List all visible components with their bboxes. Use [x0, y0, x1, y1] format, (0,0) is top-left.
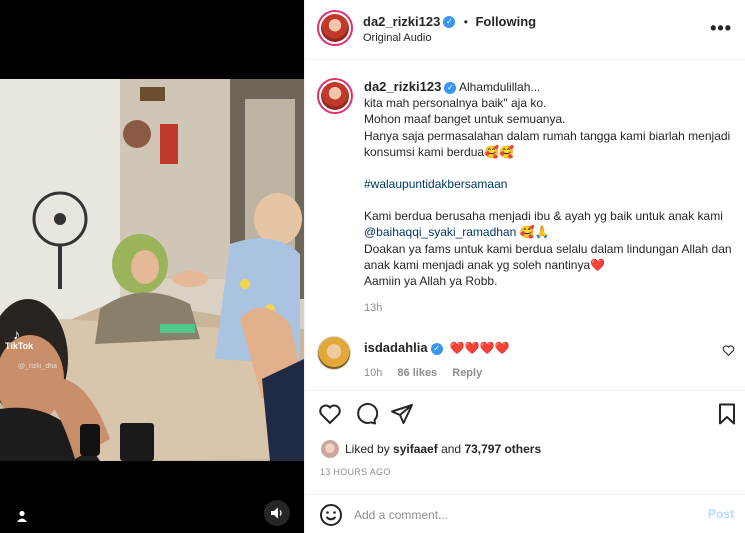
- user-tag-icon: [17, 510, 27, 522]
- likes-count-link[interactable]: 73,797 others: [464, 442, 541, 456]
- user-tag-button[interactable]: [9, 503, 35, 529]
- likes-summary: Liked by syifaaef and 73,797 others: [345, 442, 541, 456]
- caption-line-6: Doakan ya fams untuk kami berdua selalu …: [364, 241, 732, 272]
- comment-meta: 10h 86 likes Reply: [364, 367, 494, 379]
- heart-icon[interactable]: [318, 402, 342, 426]
- tiktok-watermark: ♪ TikTok: [5, 327, 33, 351]
- post-comment-button[interactable]: Post: [708, 507, 734, 521]
- verified-badge-icon: ✓: [443, 15, 456, 28]
- caption-line-3: Mohon maaf banget untuk semuanya.: [364, 112, 566, 127]
- share-icon[interactable]: [390, 402, 414, 426]
- instagram-post-modal: ♪ TikTok @_rizki_dha da2_rizki123 ✓ • Fol…: [0, 0, 745, 533]
- commenter-verified-badge-icon: ✓: [430, 342, 443, 355]
- add-comment-bar: Post: [305, 494, 745, 533]
- liker-avatar[interactable]: [321, 440, 339, 458]
- post-timestamp[interactable]: 13 HOURS AGO: [320, 467, 391, 477]
- caption-timestamp[interactable]: 13h: [364, 302, 382, 314]
- comment-time[interactable]: 10h: [364, 367, 382, 379]
- commenter-username[interactable]: isdadahlia: [364, 340, 428, 355]
- mention-emoji: 🥰🙏: [516, 225, 550, 240]
- caption-line-7: Aamiin ya Allah ya Robb.: [364, 274, 498, 289]
- author-avatar-image: [321, 14, 349, 42]
- likes-prefix: Liked by: [345, 442, 394, 456]
- video-player[interactable]: ♪ TikTok @_rizki_dha: [0, 79, 304, 461]
- comment-text: ❤️❤️❤️❤️: [449, 341, 510, 355]
- post-header: da2_rizki123 ✓ • Following Original Audio…: [305, 0, 745, 60]
- comment-body: isdadahlia ✓ ❤️❤️❤️❤️: [364, 340, 510, 355]
- author-line: da2_rizki123 ✓ • Following: [363, 13, 536, 31]
- separator-dot: •: [463, 15, 468, 29]
- emoji-icon[interactable]: [319, 503, 343, 527]
- comment-reply-button[interactable]: Reply: [452, 367, 482, 379]
- caption-username[interactable]: da2_rizki123: [364, 79, 441, 94]
- post-details-panel: da2_rizki123 ✓ • Following Original Audio…: [304, 0, 745, 533]
- post-caption: da2_rizki123 ✓ Alhamdulillah... kita mah …: [364, 79, 734, 289]
- caption-line-1: Alhamdulillah...: [459, 80, 541, 94]
- author-username[interactable]: da2_rizki123: [363, 14, 440, 29]
- caption-line-5: Kami berdua berusaha menjadi ibu & ayah …: [364, 209, 723, 224]
- speaker-icon: [271, 507, 282, 519]
- author-avatar[interactable]: [317, 10, 353, 46]
- caption-verified-badge-icon: ✓: [444, 81, 457, 94]
- comment-like-heart-icon[interactable]: [722, 344, 735, 357]
- tiktok-watermark-username: @_rizki_dha: [18, 363, 58, 370]
- following-button[interactable]: Following: [475, 14, 536, 29]
- tiktok-logo-icon: ♪: [13, 326, 20, 342]
- comment-icon[interactable]: [354, 402, 378, 426]
- hashtag-link[interactable]: #walaupuntidakbersamaan: [364, 177, 507, 191]
- video-frame: [0, 79, 304, 461]
- mention-link[interactable]: @baihaqqi_syaki_ramadhan: [364, 225, 516, 239]
- comment-input[interactable]: [354, 505, 684, 525]
- liker-username[interactable]: syifaaef: [393, 442, 438, 456]
- caption-line-2: kita mah personalnya baik" aja ko.: [364, 96, 547, 111]
- bookmark-icon[interactable]: [715, 402, 739, 426]
- more-options-icon[interactable]: •••: [710, 18, 732, 39]
- media-panel: ♪ TikTok @_rizki_dha: [0, 0, 304, 533]
- caption-line-4: Hanya saja permasalahan dalam rumah tang…: [364, 128, 731, 159]
- audio-label[interactable]: Original Audio: [363, 32, 432, 44]
- mute-toggle-button[interactable]: [264, 500, 290, 526]
- comment-likes[interactable]: 86 likes: [397, 367, 437, 379]
- commenter-avatar[interactable]: [317, 336, 351, 370]
- likes-middle: and: [437, 442, 465, 456]
- caption-avatar-image: [321, 82, 349, 110]
- tiktok-watermark-text: TikTok: [5, 341, 34, 351]
- caption-author-avatar[interactable]: [317, 78, 353, 114]
